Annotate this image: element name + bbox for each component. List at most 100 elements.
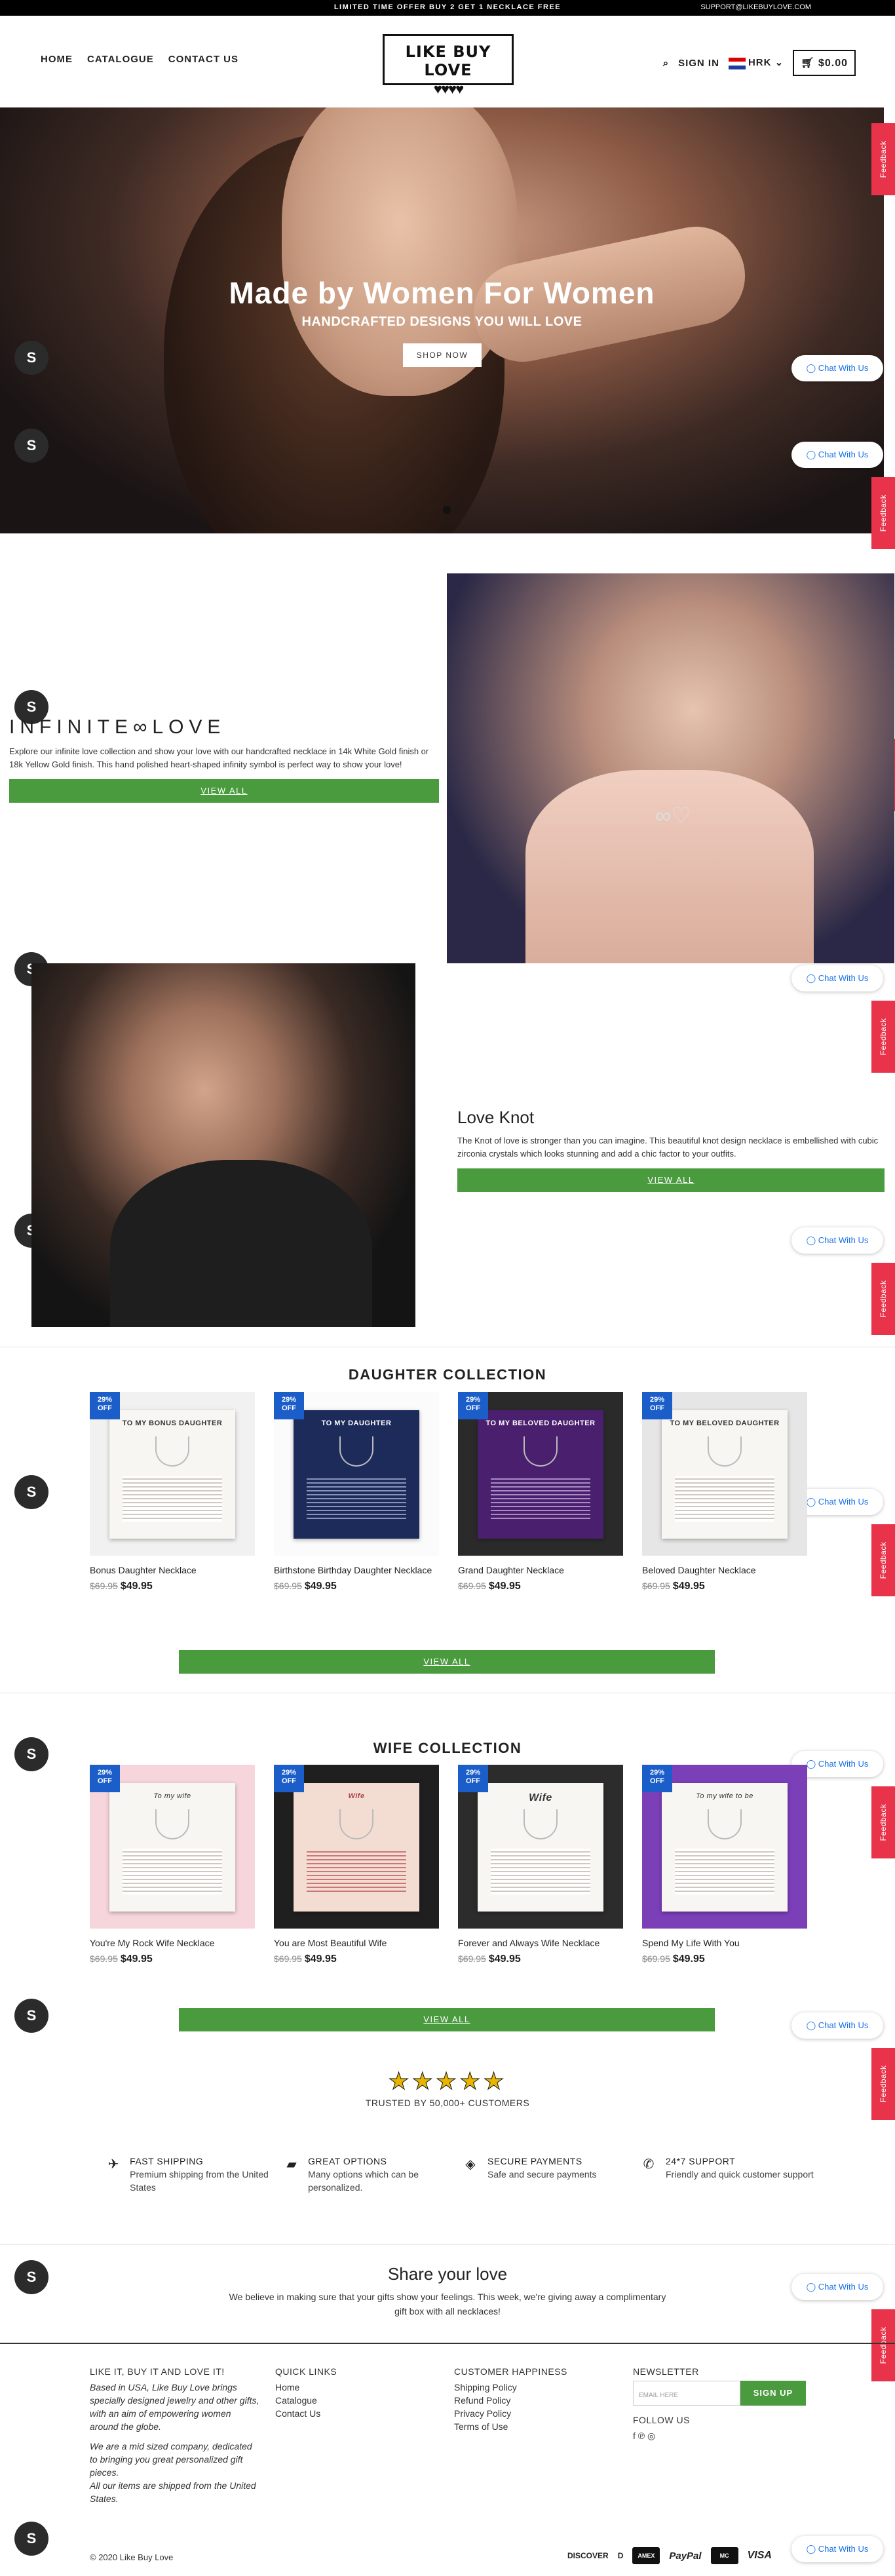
product-name[interactable]: Grand Daughter Necklace	[458, 1564, 623, 1577]
product-name[interactable]: Bonus Daughter Necklace	[90, 1564, 255, 1577]
card-text-lines	[123, 1476, 222, 1522]
product-image[interactable]: TO MY BELOVED DAUGHTER 29% OFF	[458, 1392, 623, 1556]
hero-banner: Made by Women For Women HANDCRAFTED DESI…	[0, 107, 884, 533]
wife-view-all-button[interactable]: VIEW ALL	[179, 2008, 715, 2031]
feedback-tab[interactable]: Feedback	[871, 1524, 895, 1596]
amex-icon: AMEX	[632, 2547, 660, 2564]
newsletter-title: NEWSLETTER	[633, 2366, 699, 2377]
chat-label: Chat With Us	[818, 1497, 869, 1507]
daughter-view-all-button[interactable]: VIEW ALL	[179, 1650, 715, 1674]
main-nav: HOME CATALOGUE CONTACT US	[41, 54, 238, 65]
product-name[interactable]: You are Most Beautiful Wife	[274, 1936, 439, 1950]
knot-view-all-button[interactable]: VIEW ALL	[457, 1168, 885, 1192]
newsletter-signup-button[interactable]: SIGN UP	[740, 2381, 806, 2406]
newsletter-email-input[interactable]: EMAIL HERE	[633, 2381, 740, 2406]
nav-home[interactable]: HOME	[41, 54, 73, 65]
newsletter-form: EMAIL HERE SIGN UP	[633, 2381, 806, 2406]
payment-icons: DISCOVER D AMEX PayPal MC VISA	[567, 2547, 772, 2564]
cart-icon: 🛒︎	[801, 58, 815, 69]
shopify-badge-icon[interactable]: S	[14, 1475, 48, 1509]
footer-about: LIKE IT, BUY IT AND LOVE IT! Based in US…	[90, 2365, 261, 2512]
product-price: $69.95 $49.95	[642, 1581, 807, 1592]
social-glyphs[interactable]: f ℗ ◎	[633, 2431, 655, 2441]
product-image[interactable]: To my wife to be 29% OFF	[642, 1765, 807, 1929]
footer-link-catalogue[interactable]: Catalogue	[275, 2394, 337, 2407]
product-card[interactable]: TO MY BELOVED DAUGHTER 29% OFF Beloved D…	[642, 1392, 807, 1592]
feedback-tab[interactable]: Feedback	[871, 477, 895, 549]
product-image[interactable]: TO MY BONUS DAUGHTER 29% OFF	[90, 1392, 255, 1556]
love-knot-title: Love Knot	[457, 1107, 535, 1127]
feedback-tab[interactable]: Feedback	[871, 123, 895, 195]
site-footer: LIKE IT, BUY IT AND LOVE IT! Based in US…	[0, 2343, 895, 2576]
footer-link-shipping[interactable]: Shipping Policy	[454, 2381, 567, 2394]
product-name[interactable]: Birthstone Birthday Daughter Necklace	[274, 1564, 439, 1577]
product-name[interactable]: Forever and Always Wife Necklace	[458, 1936, 623, 1950]
old-price: $69.95	[274, 1953, 302, 1964]
footer-about-text: All our items are shipped from the Unite…	[90, 2480, 256, 2504]
sign-in-link[interactable]: SIGN IN	[678, 58, 719, 69]
feedback-label: Feedback	[879, 1803, 888, 1841]
infinite-view-all-button[interactable]: VIEW ALL	[9, 779, 439, 803]
slider-dot[interactable]	[443, 506, 451, 514]
product-name[interactable]: You're My Rock Wife Necklace	[90, 1936, 255, 1950]
shopify-badge-icon[interactable]: S	[14, 429, 48, 463]
old-price: $69.95	[90, 1581, 118, 1591]
product-card[interactable]: TO MY DAUGHTER 29% OFF Birthstone Birthd…	[274, 1392, 439, 1592]
old-price: $69.95	[642, 1953, 670, 1964]
currency-selector[interactable]: HRK ⌄	[728, 56, 784, 69]
feedback-tab[interactable]: Feedback	[871, 1786, 895, 1858]
necklace-icon	[155, 1436, 189, 1467]
header-actions: ⌕ SIGN IN HRK ⌄ 🛒︎ $0.00	[663, 50, 856, 76]
cart-button[interactable]: 🛒︎ $0.00	[793, 50, 856, 76]
feedback-label: Feedback	[879, 140, 888, 178]
old-price: $69.95	[642, 1581, 670, 1591]
product-card[interactable]: TO MY BELOVED DAUGHTER 29% OFF Grand Dau…	[458, 1392, 623, 1592]
support-email-link[interactable]: SUPPORT@LIKEBUYLOVE.COM	[700, 3, 811, 11]
sale-price: $49.95	[304, 1953, 337, 1965]
product-image[interactable]: Wife 29% OFF	[274, 1765, 439, 1929]
product-name[interactable]: Beloved Daughter Necklace	[642, 1564, 807, 1577]
product-card[interactable]: Wife 29% OFF You are Most Beautiful Wife…	[274, 1765, 439, 1965]
product-card[interactable]: TO MY BONUS DAUGHTER 29% OFF Bonus Daugh…	[90, 1392, 255, 1592]
shopify-badge-icon[interactable]: S	[14, 341, 48, 375]
chat-label: Chat With Us	[818, 450, 869, 459]
footer-link-privacy[interactable]: Privacy Policy	[454, 2407, 567, 2420]
old-price: $69.95	[274, 1581, 302, 1591]
hero-image-face	[282, 107, 518, 396]
site-logo[interactable]: LIKE BUY LOVE ♥♥♥♥	[383, 34, 514, 97]
product-image[interactable]: TO MY DAUGHTER 29% OFF	[274, 1392, 439, 1556]
footer-customer-happiness: CUSTOMER HAPPINESS Shipping Policy Refun…	[454, 2365, 567, 2433]
shop-now-button[interactable]: SHOP NOW	[403, 343, 482, 367]
chat-icon: ◯	[806, 2020, 816, 2030]
chat-label: Chat With Us	[818, 1759, 869, 1769]
chat-button[interactable]: ◯ Chat With Us	[791, 2012, 883, 2039]
product-image[interactable]: Wife 29% OFF	[458, 1765, 623, 1929]
product-card[interactable]: Wife 29% OFF Forever and Always Wife Nec…	[458, 1765, 623, 1965]
search-icon[interactable]: ⌕	[663, 58, 669, 69]
product-image[interactable]: TO MY BELOVED DAUGHTER 29% OFF	[642, 1392, 807, 1556]
feature-title: GREAT OPTIONS	[308, 2156, 387, 2166]
chat-button[interactable]: ◯ Chat With Us	[791, 442, 883, 468]
product-name[interactable]: Spend My Life With You	[642, 1936, 807, 1950]
chat-button[interactable]: ◯ Chat With Us	[791, 355, 883, 381]
footer-link-refund[interactable]: Refund Policy	[454, 2394, 567, 2407]
nav-catalogue[interactable]: CATALOGUE	[87, 54, 154, 65]
feature-item: ✈ FAST SHIPPING Premium shipping from the…	[106, 2156, 284, 2194]
card-text-lines	[307, 1476, 406, 1522]
daughter-product-grid: TO MY BONUS DAUGHTER 29% OFF Bonus Daugh…	[90, 1392, 807, 1592]
nav-contact[interactable]: CONTACT US	[168, 54, 238, 65]
currency-code: HRK	[748, 57, 772, 69]
discount-badge: 29% OFF	[642, 1392, 672, 1419]
necklace-icon	[339, 1436, 373, 1467]
product-card[interactable]: To my wife to be 29% OFF Spend My Life W…	[642, 1765, 807, 1965]
shopify-badge-icon[interactable]: S	[14, 1999, 48, 2033]
social-icons[interactable]: f ℗ ◎	[633, 2429, 806, 2442]
gift-card-image: TO MY DAUGHTER	[294, 1410, 419, 1539]
product-image[interactable]: To my wife 29% OFF	[90, 1765, 255, 1929]
footer-link-contact[interactable]: Contact Us	[275, 2407, 337, 2420]
footer-link-home[interactable]: Home	[275, 2381, 337, 2394]
sale-price: $49.95	[672, 1953, 705, 1965]
footer-link-terms[interactable]: Terms of Use	[454, 2420, 567, 2433]
love-knot-content: Love Knot The Knot of love is stronger t…	[457, 1107, 885, 1192]
product-card[interactable]: To my wife 29% OFF You're My Rock Wife N…	[90, 1765, 255, 1965]
